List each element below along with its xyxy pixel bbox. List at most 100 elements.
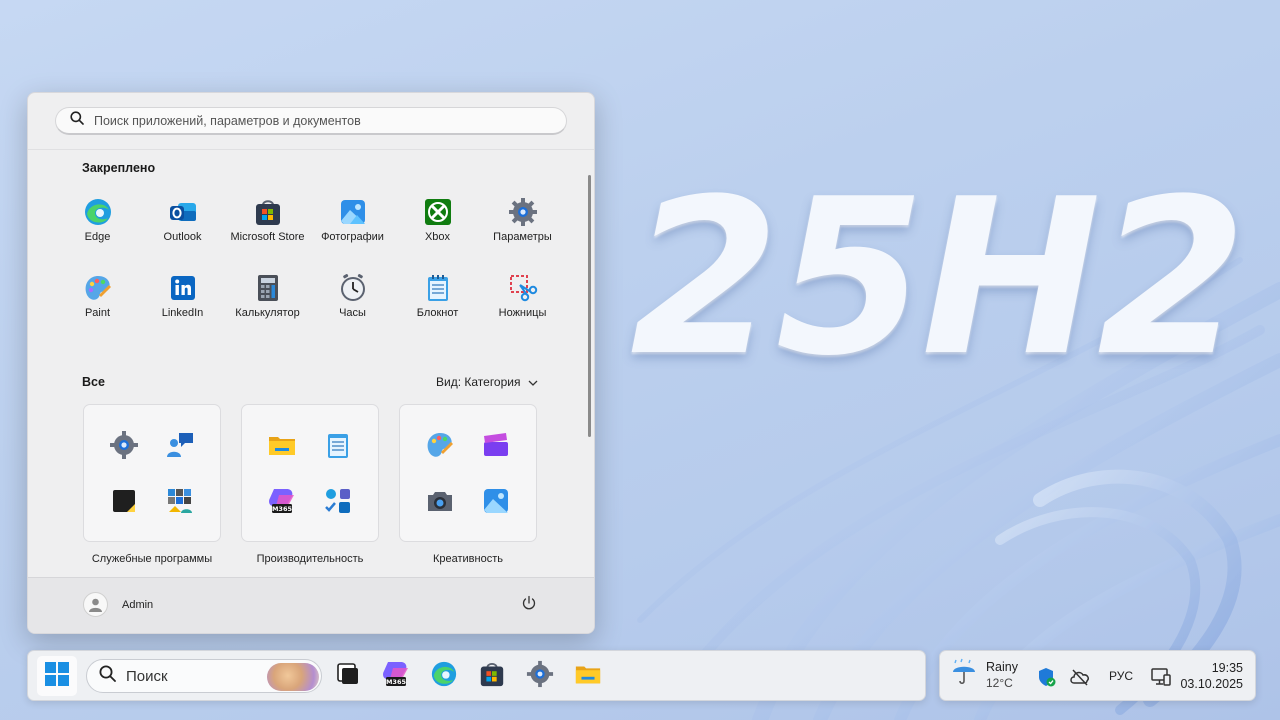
avatar[interactable] (83, 592, 108, 617)
taskbar-app-m365-copilot[interactable]: M365 (380, 660, 412, 692)
category-label: Производительность (256, 553, 364, 565)
pinned-app-microsoft-store[interactable]: Microsoft Store (225, 191, 310, 247)
svg-text:M365: M365 (386, 678, 407, 686)
category-card[interactable] (399, 404, 537, 542)
onedrive-icon[interactable] (1069, 666, 1091, 688)
category-row: Служебные программы M365 Производительно… (83, 404, 537, 565)
category-card[interactable]: M365 (241, 404, 379, 542)
rain-umbrella-icon (950, 658, 978, 691)
weather-condition: Rainy (986, 659, 1018, 674)
m365-copilot-icon: M365 (254, 473, 310, 529)
all-apps-title: Все (82, 375, 105, 389)
weather-widget[interactable]: Rainy 12°C (950, 658, 1018, 691)
taskbar: Поиск M365 (27, 650, 926, 701)
app-label: Ножницы (498, 307, 547, 319)
m365-copilot-icon: M365 (381, 659, 411, 694)
paint-icon (412, 417, 468, 473)
taskbar-search-label: Поиск (126, 667, 168, 685)
search-icon (70, 111, 84, 130)
pinned-app-notepad[interactable]: Блокнот (395, 267, 480, 323)
pinned-app-photos[interactable]: Фотографии (310, 191, 395, 247)
app-label: Outlook (163, 231, 202, 243)
camera-icon (412, 473, 468, 529)
pinned-app-snipping-tool[interactable]: Ножницы (480, 267, 565, 323)
sticky-notes-icon (96, 473, 152, 529)
search-highlight-image[interactable] (267, 663, 319, 691)
photos-icon (468, 473, 524, 529)
clipchamp-icon (468, 417, 524, 473)
edge-icon (83, 197, 113, 227)
pinned-app-clock[interactable]: Часы (310, 267, 395, 323)
settings-icon (526, 660, 554, 693)
taskbar-app-task-view[interactable] (332, 660, 364, 692)
notepad-icon (310, 417, 366, 473)
pinned-app-calculator[interactable]: Калькулятор (225, 267, 310, 323)
app-label: Параметры (493, 231, 552, 243)
xbox-icon (423, 197, 453, 227)
app-label: Фотографии (321, 231, 384, 243)
search-icon (99, 665, 116, 687)
store-icon (478, 660, 506, 693)
taskbar-app-file-explorer[interactable] (572, 660, 604, 692)
pinned-app-linkedin[interactable]: LinkedIn (140, 267, 225, 323)
power-icon (521, 595, 537, 616)
network-monitor-icon[interactable] (1150, 666, 1172, 688)
start-search-row (28, 93, 594, 150)
power-button[interactable] (518, 594, 540, 616)
category-card[interactable] (83, 404, 221, 542)
taskbar-app-edge[interactable] (428, 660, 460, 692)
windows-logo-icon (44, 661, 70, 692)
input-language-indicator[interactable]: РУС (1109, 669, 1133, 683)
pinned-app-outlook[interactable]: Outlook (140, 191, 225, 247)
start-menu: Закреплено Edge Outlook Microsoft Store (27, 92, 595, 634)
paint-icon (83, 273, 113, 303)
category-label: Креативность (432, 553, 503, 565)
start-search-input[interactable] (94, 113, 534, 128)
category-productivity[interactable]: M365 Производительность (241, 404, 379, 565)
system-tray: Rainy 12°C РУС 19:35 03.10.2025 (939, 650, 1256, 701)
category-creativity[interactable]: Креативность (399, 404, 537, 565)
category-utilities[interactable]: Служебные программы (83, 404, 221, 565)
app-label: Часы (339, 307, 366, 319)
clock-icon (338, 273, 368, 303)
clock-widget[interactable]: 19:35 03.10.2025 (1180, 660, 1243, 692)
start-button[interactable] (37, 656, 77, 696)
svg-text:M365: M365 (272, 505, 293, 513)
app-label: Paint (84, 307, 111, 319)
file-explorer-icon (254, 417, 310, 473)
pinned-apps-grid: Edge Outlook Microsoft Store Фотографии (55, 191, 567, 323)
snipping-tool-icon (508, 273, 538, 303)
taskbar-app-settings[interactable] (524, 660, 556, 692)
user-name[interactable]: Admin (122, 599, 153, 611)
pinned-app-edge[interactable]: Edge (55, 191, 140, 247)
app-label: Калькулятор (235, 307, 300, 319)
pinned-app-xbox[interactable]: Xbox (395, 191, 480, 247)
weather-temperature: 12°C (986, 675, 1013, 690)
task-view-icon (336, 662, 360, 691)
taskbar-search-box[interactable]: Поиск (86, 659, 322, 693)
windows-tools-icon (152, 473, 208, 529)
settings-icon (96, 417, 152, 473)
category-label: Служебные программы (91, 553, 213, 565)
settings-icon (508, 197, 538, 227)
start-search-box[interactable] (55, 107, 567, 135)
app-label: Блокнот (416, 307, 459, 319)
view-mode-label: Вид: Категория (436, 375, 521, 389)
outlook-icon (168, 197, 198, 227)
hero-version-text: 25H2 (630, 152, 1247, 403)
notepad-icon (423, 273, 453, 303)
pinned-app-settings[interactable]: Параметры (480, 191, 565, 247)
clock-date: 03.10.2025 (1180, 677, 1243, 691)
app-label: Xbox (424, 231, 451, 243)
start-menu-scrollbar[interactable] (588, 175, 591, 437)
quick-assist-icon (152, 417, 208, 473)
app-label: LinkedIn (161, 307, 204, 319)
pinned-app-paint[interactable]: Paint (55, 267, 140, 323)
view-mode-dropdown[interactable]: Вид: Категория (436, 375, 538, 389)
calculator-icon (253, 273, 283, 303)
security-shield-icon[interactable] (1035, 666, 1057, 688)
pinned-section-title: Закреплено (82, 161, 156, 175)
chevron-down-icon (528, 375, 538, 389)
app-label: Microsoft Store (230, 231, 305, 243)
taskbar-app-store[interactable] (476, 660, 508, 692)
